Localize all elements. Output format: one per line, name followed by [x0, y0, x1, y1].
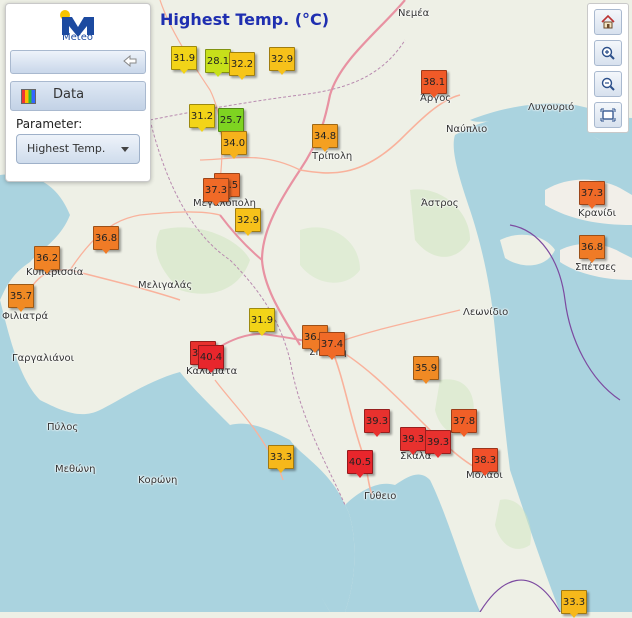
place-label: Νεμέα [398, 8, 430, 19]
station-marker[interactable]: 34.0 [221, 131, 247, 159]
station-marker[interactable]: 40.5 [347, 450, 373, 478]
zoom-in-button[interactable] [594, 40, 622, 66]
home-icon [601, 14, 615, 29]
station-marker[interactable]: 37.4 [319, 332, 345, 360]
place-label: Άστρος [421, 198, 459, 209]
arrow-left-icon [123, 55, 137, 67]
home-button[interactable] [594, 9, 622, 35]
station-marker[interactable]: 35.7 [8, 284, 34, 312]
station-marker[interactable]: 35.9 [413, 356, 439, 384]
zoom-extent-button[interactable] [594, 102, 622, 128]
place-label: Κρανίδι [578, 208, 616, 219]
map-title: Highest Temp. (°C) [160, 10, 330, 29]
place-label: Λεωνίδιο [463, 307, 509, 318]
map-toolbar [587, 3, 629, 133]
place-label: Μεθώνη [55, 464, 96, 475]
station-marker[interactable]: 32.2 [229, 52, 255, 80]
station-marker[interactable]: 36.8 [93, 226, 119, 254]
chevron-down-icon [121, 147, 129, 152]
logo-text: Meteo [62, 32, 93, 43]
station-marker[interactable]: 37.8 [451, 409, 477, 437]
collapse-panel-button[interactable] [10, 50, 146, 74]
place-label: Πύλος [47, 422, 79, 433]
parameter-value: Highest Temp. [27, 142, 106, 155]
place-label: Γαργαλιάνοι [12, 353, 75, 364]
station-marker[interactable]: 38.1 [421, 70, 447, 98]
place-label: Ναύπλιο [446, 124, 488, 135]
place-label: Φιλιατρά [2, 311, 49, 322]
station-marker[interactable]: 37.3 [579, 181, 605, 209]
station-marker[interactable]: 36.2 [34, 246, 60, 274]
data-icon [21, 89, 36, 104]
station-marker[interactable]: 28.1 [205, 49, 231, 77]
parameter-label: Parameter: [16, 117, 83, 131]
station-marker[interactable]: 33.3 [561, 590, 587, 618]
zoom-extent-icon [600, 108, 616, 122]
zoom-out-button[interactable] [594, 71, 622, 97]
place-label: Γύθειο [364, 491, 397, 502]
station-marker[interactable]: 33.3 [268, 445, 294, 473]
station-marker[interactable]: 39.3 [400, 427, 426, 455]
zoom-out-icon [601, 77, 615, 91]
meteo-logo [60, 10, 94, 37]
place-label: Μελιγαλάς [138, 280, 193, 291]
station-marker[interactable]: 31.2 [189, 104, 215, 132]
station-marker[interactable]: 38.3 [472, 448, 498, 476]
control-panel: Meteo Data Parameter: Highest Temp. [5, 3, 151, 182]
place-label: Σπέτσες [575, 262, 617, 273]
station-marker[interactable]: 25.7 [218, 108, 244, 136]
station-marker[interactable]: 39.3 [364, 409, 390, 437]
place-label: Λυγουριό [528, 102, 575, 113]
zoom-in-icon [601, 46, 615, 60]
station-marker[interactable]: 34.8 [312, 124, 338, 152]
place-label: Κορώνη [138, 475, 178, 486]
place-label: Τρίπολη [312, 151, 353, 162]
station-marker[interactable]: 37.3 [203, 178, 229, 206]
data-tab[interactable]: Data [10, 81, 146, 111]
station-marker[interactable]: 32.9 [235, 208, 261, 236]
parameter-select[interactable]: Highest Temp. [16, 134, 140, 164]
station-marker[interactable]: 31.9 [249, 308, 275, 336]
station-marker[interactable]: 31.9 [171, 46, 197, 74]
station-marker[interactable]: 39.3 [425, 430, 451, 458]
station-marker[interactable]: 40.4 [198, 345, 224, 373]
station-marker[interactable]: 36.8 [579, 235, 605, 263]
data-tab-label: Data [53, 87, 85, 102]
station-marker[interactable]: 32.9 [269, 47, 295, 75]
